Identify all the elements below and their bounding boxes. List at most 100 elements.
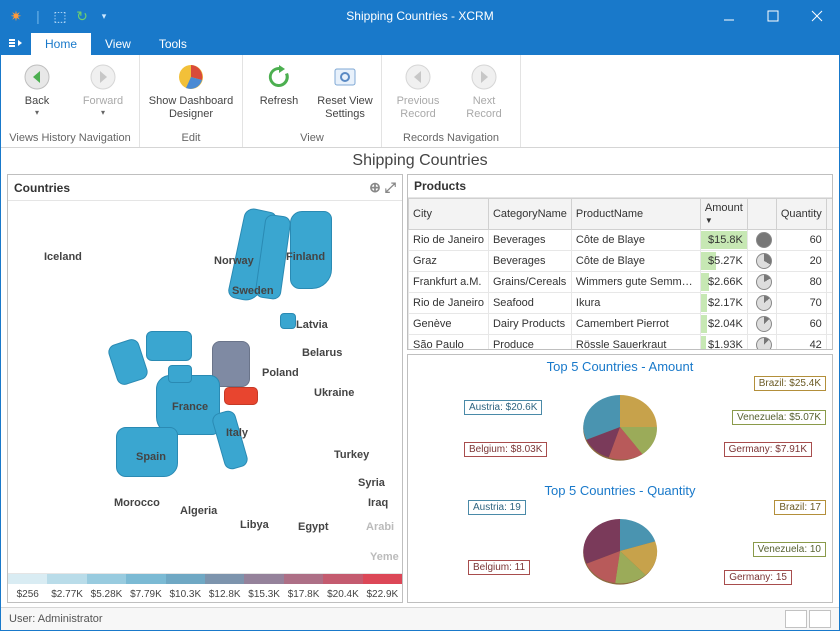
map-label: Iraq <box>368 497 388 509</box>
zoom-icon[interactable]: ⊕ <box>369 179 381 196</box>
content-area: Shipping Countries Countries ⊕ ⤢ <box>1 148 839 607</box>
callout-austria: Austria: $20.6K <box>464 400 542 415</box>
legend-swatch: $12.8K <box>205 574 244 602</box>
grid-panel-title: Products <box>414 179 466 193</box>
table-row[interactable]: São PauloProduceRössle Sauerkraut$1.93K4… <box>409 335 833 350</box>
next-record-button[interactable]: Next Record <box>456 61 512 120</box>
view-mode-2-button[interactable] <box>809 610 831 628</box>
map-panel-title: Countries <box>14 181 70 195</box>
refresh-icon <box>263 61 295 93</box>
back-button[interactable]: Back▾ <box>9 61 65 117</box>
sort-desc-icon: ▼ <box>705 216 713 225</box>
map-label: Libya <box>240 519 269 531</box>
ribbon-group-caption: Views History Navigation <box>9 129 130 147</box>
col-quantity[interactable]: Quantity <box>776 199 826 230</box>
table-row[interactable]: Rio de JaneiroBeveragesCôte de Blaye$15.… <box>409 230 833 251</box>
map-label: Yeme <box>370 551 399 563</box>
map-canvas[interactable]: Iceland Norway Finland Sweden Latvia Bel… <box>8 201 402 573</box>
col-category[interactable]: CategoryName <box>488 199 571 230</box>
refresh-label: Refresh <box>260 95 299 108</box>
designer-label-2: Designer <box>169 108 213 121</box>
callout-venezuela: Venezuela: $5.07K <box>732 410 826 425</box>
callout-brazil: Brazil: 17 <box>774 500 826 515</box>
callout-germany: Germany: $7.91K <box>724 442 812 457</box>
reset-label-1: Reset View <box>317 95 372 108</box>
refresh-button[interactable]: Refresh <box>251 61 307 108</box>
map-label: Ukraine <box>314 387 354 399</box>
ribbon-tab-strip: Home View Tools <box>1 31 839 55</box>
table-row[interactable]: Frankfurt a.M.Grains/CerealsWimmers gute… <box>409 272 833 293</box>
window-title: Shipping Countries - XCRM <box>1 9 839 23</box>
expand-icon[interactable]: ⤢ <box>385 179 396 196</box>
map-label: Belarus <box>302 347 342 359</box>
callout-germany: Germany: 15 <box>724 570 792 585</box>
map-label: Morocco <box>114 497 160 509</box>
pie-chart-icon <box>175 61 207 93</box>
map-label: Italy <box>226 427 248 439</box>
legend-swatch: $20.4K <box>323 574 362 602</box>
chevron-down-icon: ▾ <box>35 108 39 117</box>
forward-icon <box>87 61 119 93</box>
map-label: Algeria <box>180 505 217 517</box>
ribbon-group-caption: View <box>300 129 324 147</box>
map-label: Syria <box>358 477 385 489</box>
previous-record-button[interactable]: Previous Record <box>390 61 446 120</box>
col-city[interactable]: City <box>409 199 489 230</box>
pie-chart-amount <box>575 387 665 467</box>
col-amount[interactable]: Amount ▼ <box>700 199 747 230</box>
callout-belgium: Belgium: $8.03K <box>464 442 547 457</box>
back-label: Back <box>25 95 49 108</box>
legend-swatch: $256 <box>8 574 47 602</box>
settings-icon <box>329 61 361 93</box>
col-product[interactable]: ProductName <box>571 199 700 230</box>
prev-label-1: Previous <box>397 95 440 108</box>
reset-view-settings-button[interactable]: Reset View Settings <box>317 61 373 120</box>
show-dashboard-designer-button[interactable]: Show Dashboard Designer <box>148 61 234 120</box>
view-mode-1-button[interactable] <box>785 610 807 628</box>
callout-austria: Austria: 19 <box>468 500 526 515</box>
map-label: Egypt <box>298 521 329 533</box>
page-title: Shipping Countries <box>1 152 839 170</box>
back-icon <box>21 61 53 93</box>
col-quantity-gauge[interactable] <box>826 199 832 230</box>
previous-icon <box>402 61 434 93</box>
map-label: Sweden <box>232 285 274 297</box>
map-label: Poland <box>262 367 299 379</box>
map-label: Latvia <box>296 319 328 331</box>
map-label: Spain <box>136 451 166 463</box>
products-table[interactable]: City CategoryName ProductName Amount ▼ Q… <box>408 198 832 349</box>
table-row[interactable]: GenèveDairy ProductsCamembert Pierrot$2.… <box>409 314 833 335</box>
tab-tools[interactable]: Tools <box>145 33 201 55</box>
callout-belgium: Belgium: 11 <box>468 560 530 575</box>
file-tab[interactable] <box>1 31 31 55</box>
pie-chart-quantity <box>575 511 665 591</box>
legend-swatch: $7.79K <box>126 574 165 602</box>
designer-label-1: Show Dashboard <box>149 95 233 108</box>
next-icon <box>468 61 500 93</box>
ribbon: Back▾ Forward▾ Views History Navigation … <box>1 55 839 148</box>
status-bar: User: Administrator <box>1 607 839 630</box>
ribbon-group-records-navigation: Previous Record Next Record Records Navi… <box>382 55 521 147</box>
ribbon-group-caption: Edit <box>182 129 201 147</box>
tab-view[interactable]: View <box>91 33 145 55</box>
map-label: Arabi <box>366 521 394 533</box>
forward-label: Forward <box>83 95 123 108</box>
callout-venezuela: Venezuela: 10 <box>753 542 826 557</box>
pie-qty-title: Top 5 Countries - Quantity <box>544 483 695 498</box>
map-label: France <box>172 401 208 413</box>
legend-swatch: $15.3K <box>244 574 283 602</box>
forward-button[interactable]: Forward▾ <box>75 61 131 117</box>
charts-panel: Top 5 Countries - Amount Brazil: $25.4K … <box>407 354 833 603</box>
table-row[interactable]: Rio de JaneiroSeafoodIkura$2.17K70 <box>409 293 833 314</box>
map-label: Finland <box>286 251 325 263</box>
legend-swatch: $2.77K <box>47 574 86 602</box>
map-label: Norway <box>214 255 254 267</box>
next-label: Next Record <box>456 95 512 120</box>
map-legend: $256$2.77K$5.28K$7.79K$10.3K$12.8K$15.3K… <box>8 573 402 602</box>
map-label: Iceland <box>44 251 82 263</box>
pie-amount-title: Top 5 Countries - Amount <box>547 359 694 374</box>
table-row[interactable]: GrazBeveragesCôte de Blaye$5.27K20 <box>409 251 833 272</box>
col-amount-gauge[interactable] <box>747 199 776 230</box>
ribbon-group-navigation: Back▾ Forward▾ Views History Navigation <box>1 55 140 147</box>
tab-home[interactable]: Home <box>31 33 91 55</box>
